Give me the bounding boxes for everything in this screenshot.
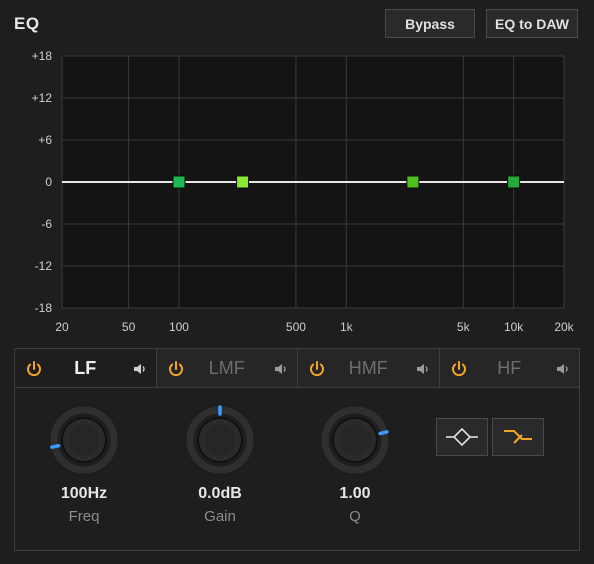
speaker-icon[interactable] bbox=[273, 361, 289, 377]
db-tick-label: +18 bbox=[32, 49, 53, 63]
eq-to-daw-button[interactable]: EQ to DAW bbox=[486, 9, 578, 38]
db-tick-label: +6 bbox=[38, 133, 52, 147]
freq-tick-label: 1k bbox=[340, 320, 354, 334]
speaker-icon[interactable] bbox=[415, 361, 431, 377]
band-point-lmf[interactable] bbox=[236, 175, 250, 189]
freq-tick-label: 50 bbox=[122, 320, 136, 334]
knob-dial[interactable] bbox=[320, 405, 390, 475]
shelf-filter-button[interactable] bbox=[492, 418, 544, 456]
speaker-icon[interactable] bbox=[555, 361, 571, 377]
freq-tick-label: 500 bbox=[286, 320, 306, 334]
tab-hmf[interactable]: HMF bbox=[297, 348, 440, 388]
knob-label: Q bbox=[349, 508, 361, 525]
freq-tick-label: 20k bbox=[554, 320, 574, 334]
band-point-hf[interactable] bbox=[507, 175, 521, 189]
knob-label: Freq bbox=[68, 508, 100, 525]
band-point-hmf[interactable] bbox=[406, 175, 420, 189]
tab-lf[interactable]: LF bbox=[14, 348, 157, 389]
eq-title: EQ bbox=[14, 14, 40, 33]
knob-value: 0.0dB bbox=[198, 485, 242, 502]
freq-tick-label: 5k bbox=[457, 320, 471, 334]
db-tick-label: 0 bbox=[45, 175, 52, 189]
freq-tick-label: 100 bbox=[169, 320, 189, 334]
knob-label: Gain bbox=[204, 508, 236, 525]
knob-value: 100Hz bbox=[60, 485, 108, 502]
speaker-icon[interactable] bbox=[132, 361, 148, 377]
eq-graph[interactable]: +18 +12 +6 0 -6 -12 -18 20 50 100 500 1k 5k 10k 20k bbox=[0, 44, 594, 344]
bell-filter-icon bbox=[446, 427, 478, 447]
knob-dial[interactable] bbox=[185, 405, 255, 475]
band-point-lf[interactable] bbox=[172, 175, 186, 189]
db-tick-label: -6 bbox=[41, 217, 52, 231]
bypass-button[interactable]: Bypass bbox=[385, 9, 475, 38]
freq-tick-label: 20 bbox=[55, 320, 69, 334]
band-tabs: LF LMF HMF HF bbox=[14, 348, 580, 389]
knob-value: 1.00 bbox=[339, 485, 371, 502]
tab-hf[interactable]: HF bbox=[438, 348, 580, 388]
db-tick-label: -12 bbox=[35, 259, 53, 273]
db-tick-label: +12 bbox=[32, 91, 53, 105]
tab-lmf[interactable]: LMF bbox=[155, 348, 298, 388]
shelf-filter-icon bbox=[504, 430, 532, 444]
knob-dial[interactable] bbox=[49, 405, 119, 475]
db-tick-label: -18 bbox=[35, 301, 53, 315]
bell-filter-button[interactable] bbox=[436, 418, 488, 456]
freq-tick-label: 10k bbox=[504, 320, 524, 334]
